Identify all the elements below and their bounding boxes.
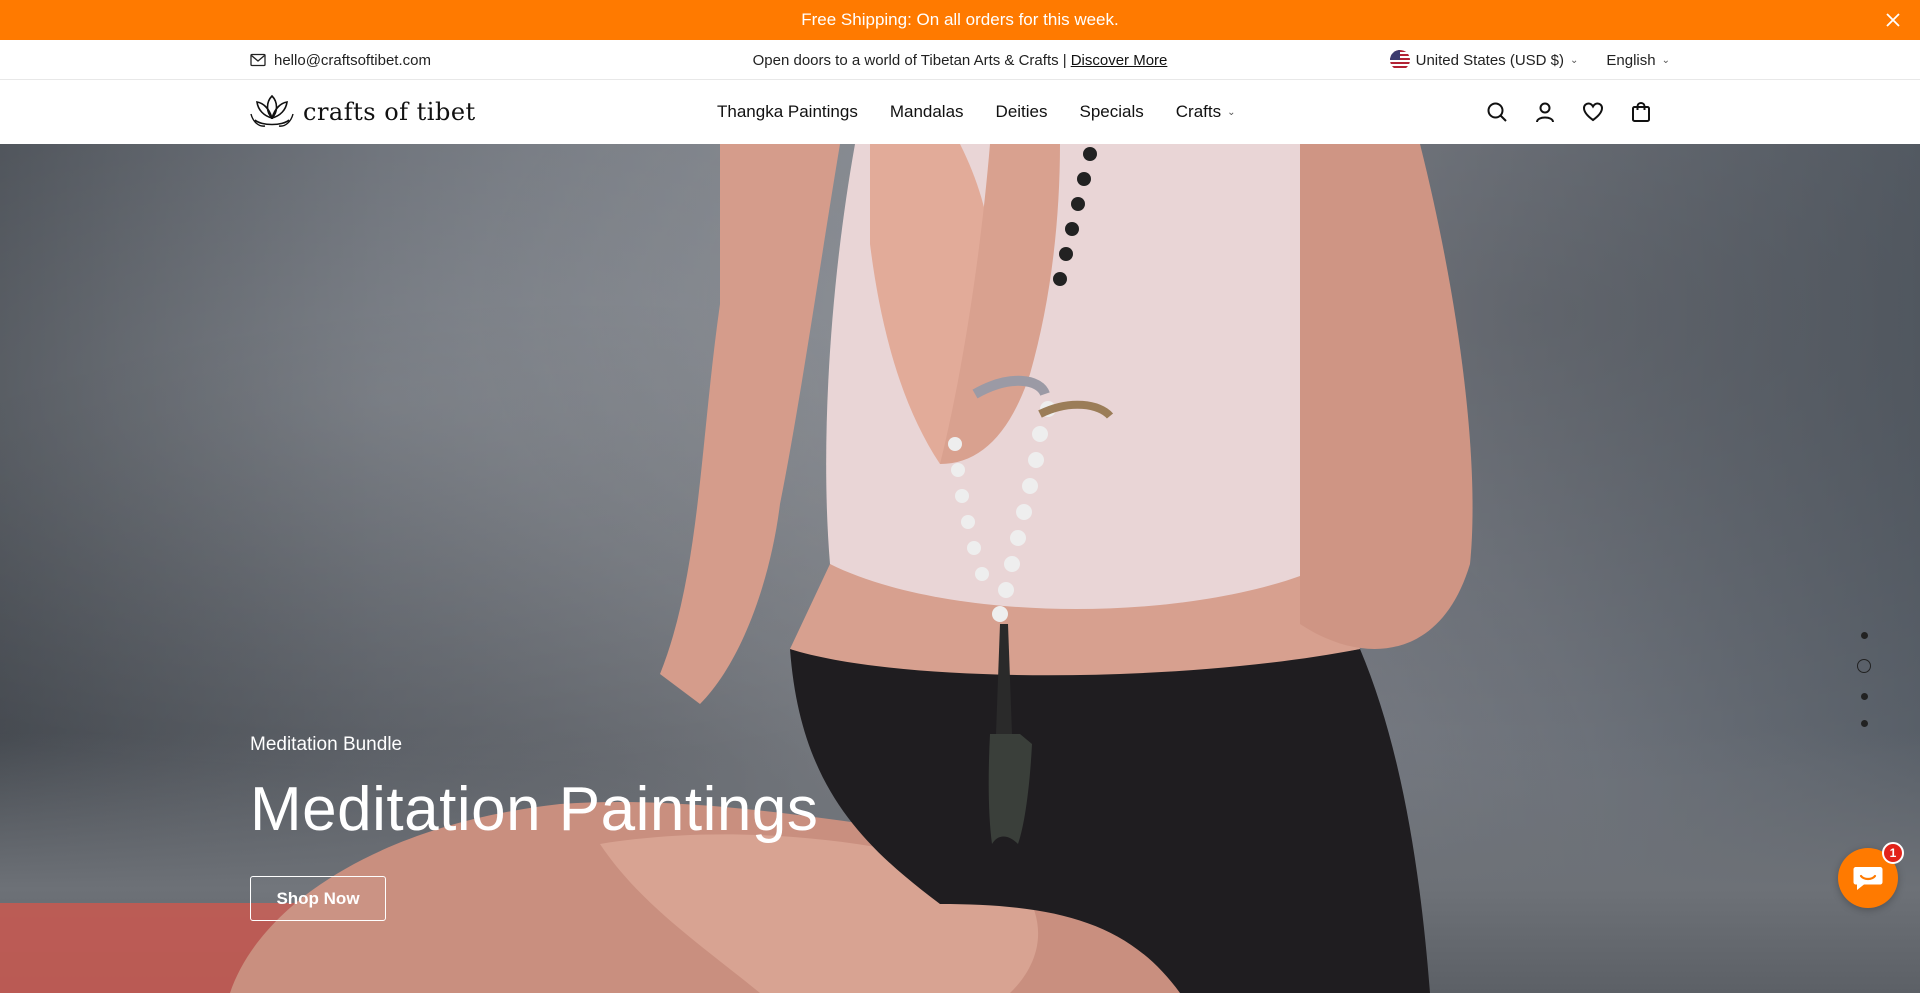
slide-dot-4[interactable]	[1860, 720, 1868, 727]
top-info-bar: hello@craftsoftibet.com Open doors to a …	[0, 40, 1920, 80]
shop-now-button[interactable]: Shop Now	[250, 876, 386, 922]
slide-dot-3[interactable]	[1860, 693, 1868, 700]
main-header: crafts of tibet Thangka Paintings Mandal…	[0, 80, 1920, 144]
currency-selector[interactable]: United States (USD $) ⌄	[1389, 50, 1579, 70]
nav-item-specials[interactable]: Specials	[1080, 102, 1144, 122]
currency-label: United States (USD $)	[1415, 51, 1565, 69]
slider-pagination	[1857, 632, 1871, 727]
chat-bubble-icon	[1853, 867, 1883, 890]
slide-dot-2[interactable]	[1857, 659, 1871, 673]
email-text: hello@craftsoftibet.com	[274, 51, 431, 69]
search-icon[interactable]	[1486, 101, 1508, 123]
heart-icon[interactable]	[1582, 101, 1604, 123]
chat-notification-badge: 1	[1882, 842, 1904, 864]
nav-label: Deities	[995, 102, 1048, 121]
slide-dot-1[interactable]	[1860, 632, 1868, 639]
email-contact[interactable]: hello@craftsoftibet.com	[250, 40, 431, 80]
hero-subtitle: Meditation Bundle	[250, 734, 403, 755]
nav-item-crafts[interactable]: Crafts ⌄	[1176, 102, 1236, 122]
chat-button[interactable]: 1	[1838, 842, 1904, 908]
close-icon[interactable]	[1882, 9, 1904, 31]
lotus-logo-icon	[250, 94, 294, 127]
chevron-down-icon: ⌄	[1661, 54, 1670, 66]
hero-content: Meditation Bundle Meditation Paintings S…	[250, 734, 819, 922]
tagline-text: Open doors to a world of Tibetan Arts & …	[752, 51, 1067, 69]
nav-label: Mandalas	[889, 102, 964, 121]
us-flag-icon	[1389, 50, 1410, 70]
nav-label: Crafts	[1175, 102, 1222, 121]
announcement-text: Free Shipping: On all orders for this we…	[801, 10, 1119, 29]
main-nav: Thangka Paintings Mandalas Deities Speci…	[717, 80, 1236, 144]
logo-text: crafts of tibet	[303, 98, 476, 126]
nav-label: Specials	[1079, 102, 1144, 121]
hero-title: Meditation Paintings	[250, 775, 819, 844]
chevron-down-icon: ⌄	[1227, 106, 1236, 118]
announcement-bar: Free Shipping: On all orders for this we…	[0, 0, 1920, 40]
discover-more-link[interactable]: Discover More	[1071, 52, 1168, 69]
header-icons	[1486, 80, 1652, 144]
mail-icon	[250, 53, 266, 67]
chevron-down-icon: ⌄	[1570, 54, 1579, 66]
nav-item-thangka-paintings[interactable]: Thangka Paintings	[717, 102, 858, 122]
nav-label: Thangka Paintings	[717, 102, 858, 121]
cart-icon[interactable]	[1630, 101, 1652, 123]
language-selector[interactable]: English ⌄	[1606, 52, 1670, 69]
nav-item-deities[interactable]: Deities	[996, 102, 1048, 122]
nav-item-mandalas[interactable]: Mandalas	[890, 102, 964, 122]
logo[interactable]: crafts of tibet	[249, 92, 476, 132]
account-icon[interactable]	[1534, 101, 1556, 123]
language-label: English	[1606, 51, 1656, 69]
hero-slider: Meditation Bundle Meditation Paintings S…	[0, 144, 1920, 993]
